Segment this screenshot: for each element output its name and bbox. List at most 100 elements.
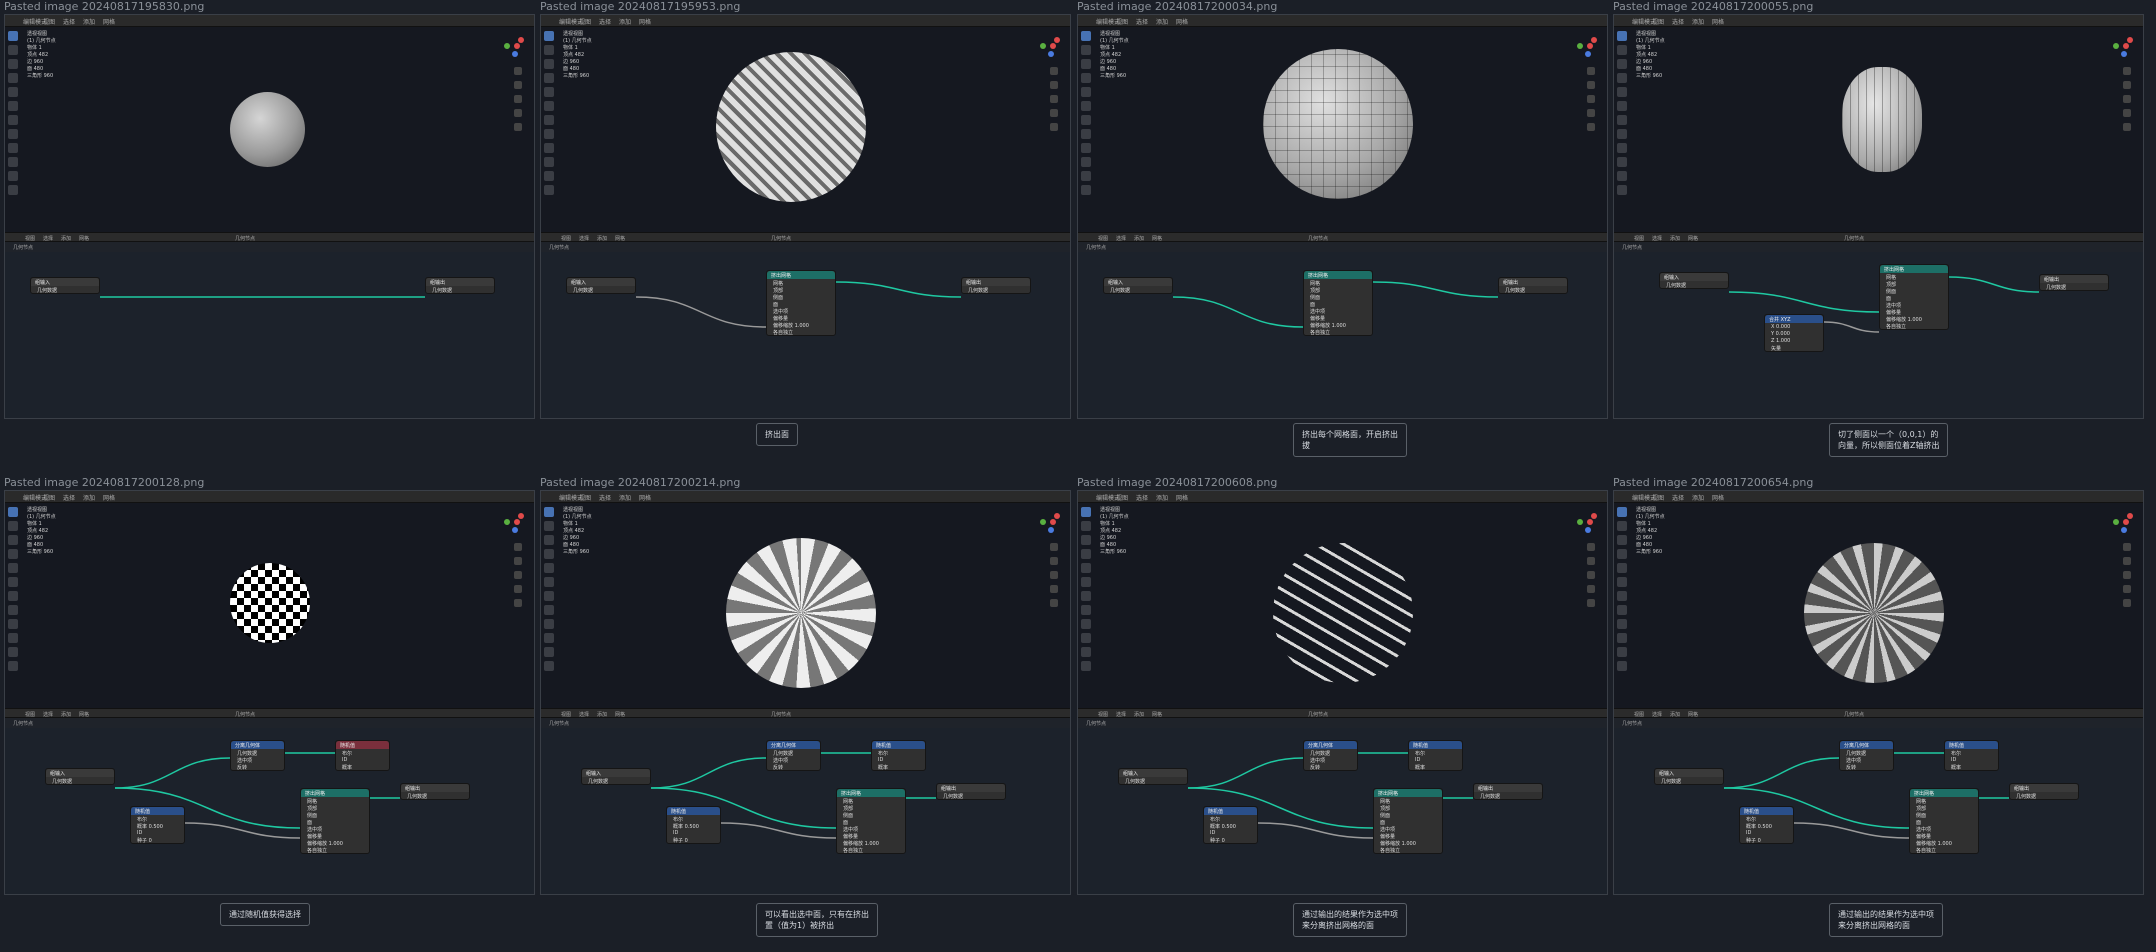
tool-icon[interactable] [1617, 73, 1627, 83]
node-link[interactable] [1187, 757, 1304, 789]
nav-icon[interactable] [1050, 557, 1058, 565]
extrude-mesh-node[interactable]: 挤出网格 网格 顶部 侧面面选中项 偏移量 偏移缩放 1.000 各自独立 [1879, 264, 1949, 330]
tool-icon[interactable] [1081, 647, 1091, 657]
tool-icon[interactable] [1081, 143, 1091, 153]
node-socket-row[interactable]: 网格 [301, 797, 369, 805]
axis-gizmo[interactable] [2109, 33, 2135, 59]
tool-icon[interactable] [8, 59, 18, 69]
node-link[interactable] [1793, 822, 1910, 839]
group-output-node[interactable]: 组输出 几何数据 [1498, 277, 1568, 294]
menu-item[interactable]: 视图 [25, 711, 35, 718]
menu-item[interactable]: 选择 [43, 711, 53, 718]
tool-icon[interactable] [1617, 45, 1627, 55]
menu-item[interactable]: 网格 [79, 711, 89, 718]
node-socket-row[interactable]: 几何数据 [2040, 283, 2108, 291]
nav-icon[interactable] [1587, 123, 1595, 131]
node-socket-row[interactable]: 几何数据 [1840, 749, 1893, 757]
menu-item[interactable]: 选择 [1652, 711, 1662, 718]
group-output-node[interactable]: 组输出 几何数据 [2039, 274, 2109, 291]
node-socket-row[interactable]: 几何数据 [1474, 792, 1542, 800]
node-socket-row[interactable]: 种子 0 [667, 836, 720, 844]
node-socket-row[interactable]: 选中项 [1374, 825, 1442, 833]
tool-icon[interactable] [8, 535, 18, 545]
tool-icon[interactable] [544, 129, 554, 139]
menu-item[interactable]: 网格 [1176, 493, 1188, 502]
node-socket-row[interactable]: 选中项 [301, 825, 369, 833]
nav-icon[interactable] [2123, 81, 2131, 89]
node-socket-row[interactable]: 几何数据 [567, 286, 635, 294]
node-socket-row[interactable]: 布尔 [336, 749, 389, 757]
node-socket-row[interactable]: 面 [1910, 818, 1978, 826]
extrude-mesh-node[interactable]: 挤出网格 网格 顶部 侧面面选中项 偏移量 偏移缩放 1.000 各自独立 [1303, 270, 1373, 336]
nav-icon[interactable] [1050, 67, 1058, 75]
node-tree-name[interactable]: 几何节点 [1308, 235, 1328, 242]
node-tree-name[interactable]: 几何节点 [235, 235, 255, 242]
node-socket-row[interactable]: 侧面 [1910, 811, 1978, 819]
tool-icon[interactable] [1617, 661, 1627, 671]
node-socket-row[interactable]: 顶部 [837, 804, 905, 812]
tool-icon[interactable] [544, 619, 554, 629]
node-socket-row[interactable]: 网格 [1304, 279, 1372, 287]
tool-icon[interactable] [8, 563, 18, 573]
node-socket-row[interactable]: 几何数据 [1499, 286, 1567, 294]
tool-icon[interactable] [544, 101, 554, 111]
group-output-node[interactable]: 组输出 几何数据 [425, 277, 495, 294]
node-socket-row[interactable]: 偏移量 [1374, 832, 1442, 840]
nav-icon[interactable] [514, 557, 522, 565]
node-socket-row[interactable]: 反转 [231, 763, 284, 771]
menu-item[interactable]: 添加 [61, 235, 71, 242]
tool-icon[interactable] [1081, 619, 1091, 629]
tool-icon[interactable] [1081, 661, 1091, 671]
node-socket-row[interactable]: 概率 0.500 [131, 822, 184, 830]
node-socket-row[interactable]: 几何数据 [582, 777, 650, 785]
extrude-mesh-node[interactable]: 挤出网格 网格 顶部 侧面面选中项 偏移量 偏移缩放 1.000 各自独立 [766, 270, 836, 336]
node-socket-row[interactable]: 反转 [767, 763, 820, 771]
nav-icon[interactable] [1050, 95, 1058, 103]
node-socket-row[interactable]: 选中项 [1304, 307, 1372, 315]
tool-icon[interactable] [8, 619, 18, 629]
tool-icon[interactable] [1081, 129, 1091, 139]
tool-icon[interactable] [544, 45, 554, 55]
menu-item[interactable]: 添加 [1156, 493, 1168, 502]
node-socket-row[interactable]: Y 0.000 [1765, 330, 1823, 337]
random-value-node[interactable]: 随机值 布尔 ID 概率 [335, 740, 390, 771]
node-socket-row[interactable]: 偏移缩放 1.000 [1374, 839, 1442, 847]
menu-item[interactable]: 选择 [1136, 493, 1148, 502]
node-socket-row[interactable]: 顶部 [1304, 286, 1372, 294]
random-value-node[interactable]: 随机值 布尔 ID 概率 [871, 740, 926, 771]
menu-item[interactable]: 添加 [619, 493, 631, 502]
menu-item[interactable]: 网格 [103, 17, 115, 26]
node-socket-row[interactable]: 选中项 [837, 825, 905, 833]
tool-icon[interactable] [1617, 619, 1627, 629]
node-socket-row[interactable]: X 0.000 [1765, 323, 1823, 330]
menu-item[interactable]: 网格 [1176, 17, 1188, 26]
node-socket-row[interactable]: 几何数据 [937, 792, 1005, 800]
node-socket-row[interactable]: 各自独立 [767, 328, 835, 336]
tool-icon[interactable] [544, 549, 554, 559]
tool-icon[interactable] [8, 87, 18, 97]
node-link[interactable] [1723, 757, 1840, 789]
tool-icon[interactable] [544, 563, 554, 573]
menu-item[interactable]: 选择 [579, 235, 589, 242]
node-socket-row[interactable]: 布尔 [872, 749, 925, 757]
tool-icon[interactable] [8, 171, 18, 181]
tool-icon[interactable] [8, 143, 18, 153]
node-socket-row[interactable]: 矢量 [1765, 344, 1823, 352]
menu-item[interactable]: 添加 [1692, 17, 1704, 26]
node-socket-row[interactable]: ID [667, 829, 720, 836]
nav-icon[interactable] [514, 585, 522, 593]
node-socket-row[interactable]: 布尔 [1409, 749, 1462, 757]
menu-item[interactable]: 选择 [579, 711, 589, 718]
separate-geometry-node[interactable]: 分离几何体 几何数据 选中项 反转 [1303, 740, 1358, 771]
tool-icon[interactable] [1617, 563, 1627, 573]
nav-icon[interactable] [1587, 67, 1595, 75]
nav-icon[interactable] [1587, 585, 1595, 593]
nav-icon[interactable] [2123, 585, 2131, 593]
tool-icon[interactable] [544, 633, 554, 643]
axis-gizmo[interactable] [500, 509, 526, 535]
nav-icon[interactable] [514, 67, 522, 75]
menu-item[interactable]: 网格 [615, 711, 625, 718]
group-output-node[interactable]: 组输出 几何数据 [961, 277, 1031, 294]
nav-icon[interactable] [2123, 571, 2131, 579]
tool-icon[interactable] [8, 101, 18, 111]
